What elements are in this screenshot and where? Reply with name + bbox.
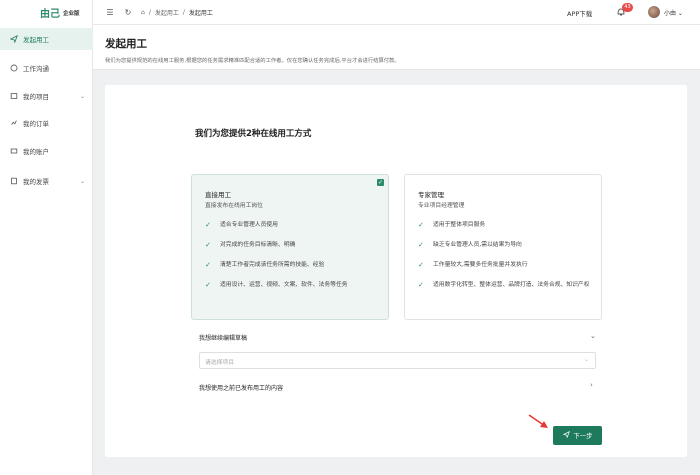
sidebar-item-label: 发起用工	[23, 36, 49, 44]
brand-name: 由己	[40, 9, 60, 20]
breadcrumb-current: 发起用工	[188, 9, 213, 17]
username: 小由	[664, 10, 677, 17]
check-icon: ✓	[205, 241, 211, 249]
feature-item: ✓ 清楚工作者完成该任务所需的技能、经验	[205, 261, 325, 269]
menu-collapse-icon[interactable]: ☰	[105, 7, 115, 17]
sidebar: 由己 企业版 发起用工 工作沟通 我的项目 ⌄ 我的订单 我的账户 我的发票 ⌄	[0, 0, 93, 475]
check-icon: ✓	[418, 281, 424, 289]
home-icon[interactable]: ⌂	[141, 9, 145, 16]
sidebar-item-label: 我的项目	[23, 93, 49, 101]
feature-item: ✓ 适合专业管理人员使用	[205, 221, 278, 229]
option-title: 专家管理	[418, 191, 444, 199]
check-icon: ✓	[205, 221, 211, 229]
feature-item: ✓ 适用于整体项目服务	[418, 221, 486, 229]
check-icon: ✓	[418, 261, 424, 269]
feature-item: ✓ 适用设计、运营、视频、文案、软件、法务等任务	[205, 281, 348, 289]
next-button[interactable]: 下一步	[553, 426, 602, 445]
sidebar-item-communication[interactable]: 工作沟通	[0, 57, 93, 79]
option-direct-employment[interactable]: ✓ 直接用工 直接发布在线用工岗位 ✓ 适合专业管理人员使用 ✓ 对完成的任务目标清…	[191, 174, 389, 320]
feature-item: ✓ 工作量较大,需要多任务批量并发执行	[418, 261, 528, 269]
top-bar: ☰ ↻ ⌂ / 发起用工 / 发起用工	[93, 0, 700, 25]
wallet-icon	[10, 147, 18, 155]
select-placeholder: 请选择项目	[205, 360, 234, 366]
sidebar-item-account[interactable]: 我的账户	[0, 140, 93, 162]
send-icon	[562, 430, 570, 440]
logo: 由己 企业版	[0, 0, 92, 25]
feature-item: ✓ 对完成的任务目标清晰、明确	[205, 241, 296, 249]
chat-icon	[10, 64, 18, 72]
next-button-label: 下一步	[573, 433, 593, 440]
folder-icon	[10, 92, 18, 100]
chevron-down-icon: ⌄	[79, 177, 85, 185]
invoice-icon	[10, 177, 18, 185]
option-subtitle: 直接发布在线用工岗位	[205, 203, 263, 209]
reuse-content-link[interactable]: 我想使用之前已发布用工的内容	[199, 383, 283, 392]
sidebar-item-label: 工作沟通	[23, 65, 49, 73]
option-expert-management[interactable]: 专家管理 专业项目经理管理 ✓ 适用于整体项目服务 ✓ 缺乏专业管理人员,需以结果为…	[404, 174, 602, 320]
page-description: 我们为您提供规范的在线用工服务,根据您的任务需求精准匹配合适的工作者。仅在您确认…	[105, 58, 400, 64]
sidebar-item-label: 我的账户	[23, 148, 49, 156]
sidebar-item-start-work[interactable]: 发起用工	[0, 28, 93, 50]
project-select[interactable]: 请选择项目 ⌄	[199, 352, 596, 369]
check-icon: ✓	[205, 261, 211, 269]
feature-item: ✓ 缺乏专业管理人员,需以结果为导向	[418, 241, 522, 249]
brand-edition: 企业版	[63, 10, 80, 17]
chevron-down-icon: ⌄	[79, 92, 85, 100]
option-subtitle: 专业项目经理管理	[418, 203, 465, 209]
check-icon: ✓	[418, 221, 424, 229]
refresh-icon[interactable]: ↻	[123, 7, 133, 17]
continue-draft-toggle[interactable]: 我想继续编辑草稿	[199, 333, 247, 342]
pointer-arrow-icon	[528, 414, 548, 428]
chevron-down-icon[interactable]: ⌄	[590, 332, 596, 340]
chevron-right-icon[interactable]: ›	[590, 381, 593, 389]
section-title: 我们为您提供2种在线用工方式	[195, 129, 312, 139]
breadcrumb-item[interactable]: 发起用工	[155, 8, 179, 17]
sidebar-item-label: 我的发票	[23, 178, 49, 186]
sidebar-item-invoices[interactable]: 我的发票 ⌄	[0, 170, 93, 192]
sidebar-item-projects[interactable]: 我的项目 ⌄	[0, 85, 93, 107]
user-menu[interactable]: 小由 ⌄	[664, 8, 683, 17]
avatar[interactable]	[648, 6, 660, 18]
check-icon: ✓	[377, 179, 384, 186]
sidebar-item-label: 我的订单	[23, 120, 49, 128]
paper-plane-icon	[10, 35, 18, 43]
check-icon: ✓	[205, 281, 211, 289]
page-header: 发起用工 我们为您提供规范的在线用工服务,根据您的任务需求精准匹配合适的工作者。…	[93, 25, 700, 70]
order-icon	[10, 119, 18, 127]
page-title: 发起用工	[105, 38, 147, 50]
sidebar-item-orders[interactable]: 我的订单	[0, 112, 93, 134]
option-title: 直接用工	[205, 191, 231, 199]
feature-item: ✓ 适用数字化转型、整体运营、品牌打造、法务合规、知识产权	[418, 281, 590, 289]
breadcrumb: ⌂ / 发起用工 / 发起用工	[141, 8, 213, 17]
app-download-link[interactable]: APP下载	[567, 8, 592, 18]
check-icon: ✓	[418, 241, 424, 249]
chevron-down-icon: ⌄	[583, 356, 589, 363]
notification-badge: 43	[622, 3, 633, 12]
